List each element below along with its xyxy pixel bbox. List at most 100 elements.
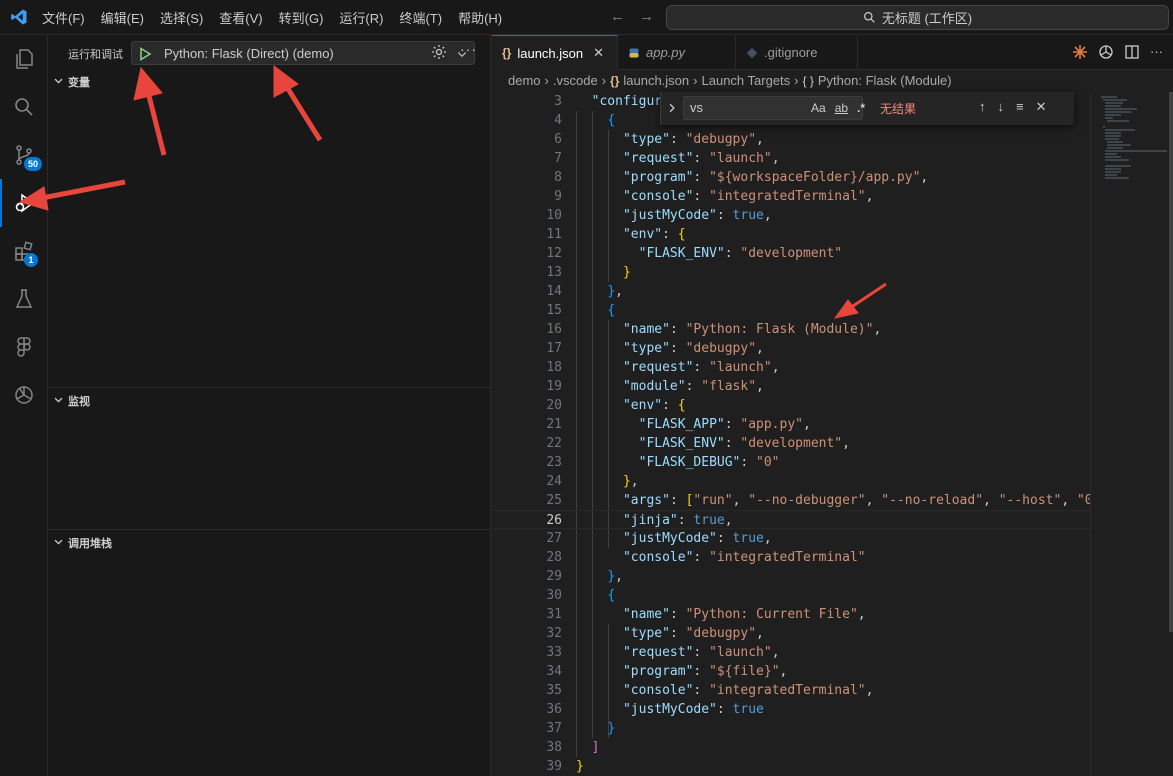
- menu-go[interactable]: 转到(G): [271, 8, 332, 27]
- code-line[interactable]: 12 "FLASK_ENV": "development": [492, 244, 1090, 263]
- code-line[interactable]: 30 {: [492, 586, 1090, 605]
- code-editor[interactable]: 3 "configurat 4 {6 "type": "debugpy", 7 "r…: [492, 92, 1090, 776]
- code-text: "console": "integratedTerminal",: [622, 683, 874, 698]
- code-line[interactable]: 26 "jinja": true,: [492, 510, 1090, 529]
- extensions-button[interactable]: 1: [0, 227, 48, 275]
- menu-help[interactable]: 帮助(H): [450, 8, 510, 27]
- line-number: 28: [546, 550, 562, 565]
- menu-run[interactable]: 运行(R): [331, 8, 391, 27]
- code-line[interactable]: 17 "type": "debugpy",: [492, 339, 1090, 358]
- code-line[interactable]: 34 "program": "${file}",: [492, 662, 1090, 681]
- code-line[interactable]: 37 }: [492, 719, 1090, 738]
- more-actions-icon[interactable]: ···: [460, 41, 477, 57]
- json-file-icon: {}: [610, 73, 620, 88]
- search-button[interactable]: [0, 83, 48, 131]
- code-line[interactable]: 25 "args": ["run", "--no-debugger", "--n…: [492, 491, 1090, 510]
- run-debug-sidebar: 运行和调试 Python: Flask (Direct) (demo) ··· …: [48, 35, 491, 776]
- arrow-up-icon[interactable]: ↑: [979, 99, 986, 115]
- code-line[interactable]: 9 "console": "integratedTerminal",: [492, 187, 1090, 206]
- code-line[interactable]: 23 "FLASK_DEBUG": "0": [492, 453, 1090, 472]
- tab-label: .gitignore: [764, 45, 818, 60]
- start-debugging-icon[interactable]: [137, 46, 153, 62]
- code-line[interactable]: 21 "FLASK_APP": "app.py",: [492, 415, 1090, 434]
- scrollbar[interactable]: [1169, 92, 1173, 632]
- breadcrumb: demo › .vscode › {} launch.json › Launch Ta…: [508, 73, 952, 88]
- openai-icon[interactable]: [1098, 44, 1114, 60]
- copilot-spark-icon[interactable]: [1072, 44, 1088, 60]
- code-text: "program": "${file}",: [622, 664, 788, 679]
- watch-section-header[interactable]: 监视: [48, 389, 491, 411]
- code-line[interactable]: 27 "justMyCode": true,: [492, 529, 1090, 548]
- code-line[interactable]: 39}: [492, 757, 1090, 776]
- menu-edit[interactable]: 编辑(E): [93, 8, 152, 27]
- chatgpt-button[interactable]: [0, 371, 48, 419]
- match-case-toggle[interactable]: Aa: [811, 101, 826, 115]
- code-line[interactable]: 14 },: [492, 282, 1090, 301]
- close-icon[interactable]: ✕: [1036, 99, 1047, 115]
- close-icon[interactable]: ✕: [593, 45, 604, 61]
- gear-icon[interactable]: [431, 44, 447, 60]
- flask-icon: [15, 289, 33, 308]
- code-line[interactable]: 24 },: [492, 472, 1090, 491]
- figma-button[interactable]: [0, 323, 48, 371]
- code-text: "FLASK_ENV": "development",: [638, 436, 850, 451]
- arrow-down-icon[interactable]: ↓: [998, 99, 1005, 115]
- variables-section-header[interactable]: 变量: [48, 70, 491, 92]
- line-number: 11: [546, 227, 562, 242]
- line-number: 13: [546, 265, 562, 280]
- tab-launch-json[interactable]: {} launch.json ✕: [492, 35, 618, 70]
- command-center[interactable]: 无标题 (工作区): [666, 5, 1169, 30]
- menu-selection[interactable]: 选择(S): [152, 8, 211, 27]
- line-number: 25: [546, 493, 562, 508]
- breadcrumb-item[interactable]: demo: [508, 73, 541, 88]
- code-line[interactable]: 7 "request": "launch",: [492, 149, 1090, 168]
- breadcrumb-item[interactable]: Python: Flask (Module): [818, 73, 952, 88]
- json-file-icon: {}: [502, 46, 512, 60]
- more-actions-icon[interactable]: ···: [1150, 44, 1163, 60]
- forward-arrow-icon[interactable]: →: [639, 8, 654, 25]
- tab-app-py[interactable]: app.py: [618, 35, 736, 70]
- explorer-button[interactable]: [0, 35, 48, 83]
- regex-toggle[interactable]: .*: [857, 101, 865, 115]
- callstack-section-header[interactable]: 调用堆栈: [48, 531, 491, 553]
- launch-config-select[interactable]: Python: Flask (Direct) (demo): [131, 41, 475, 65]
- menu-view[interactable]: 查看(V): [211, 8, 270, 27]
- breadcrumb-item[interactable]: .vscode: [553, 73, 598, 88]
- code-line[interactable]: 36 "justMyCode": true: [492, 700, 1090, 719]
- source-control-button[interactable]: 50: [0, 131, 48, 179]
- menu-file[interactable]: 文件(F): [34, 8, 93, 27]
- code-line[interactable]: 8 "program": "${workspaceFolder}/app.py"…: [492, 168, 1090, 187]
- code-line[interactable]: 16 "name": "Python: Flask (Module)",: [492, 320, 1090, 339]
- chevron-right-icon[interactable]: [667, 103, 677, 113]
- breadcrumb-item[interactable]: launch.json: [623, 73, 689, 88]
- code-line[interactable]: 6 "type": "debugpy",: [492, 130, 1090, 149]
- code-text: "justMyCode": true,: [622, 208, 772, 223]
- code-line[interactable]: 31 "name": "Python: Current File",: [492, 605, 1090, 624]
- code-line[interactable]: 20 "env": {: [492, 396, 1090, 415]
- whole-word-toggle[interactable]: ab: [835, 101, 848, 115]
- breadcrumb-item[interactable]: Launch Targets: [702, 73, 791, 88]
- code-text: "request": "launch",: [622, 151, 780, 166]
- code-line[interactable]: 22 "FLASK_ENV": "development",: [492, 434, 1090, 453]
- code-line[interactable]: 11 "env": {: [492, 225, 1090, 244]
- code-line[interactable]: 13 }: [492, 263, 1090, 282]
- code-line[interactable]: 29 },: [492, 567, 1090, 586]
- code-line[interactable]: 32 "type": "debugpy",: [492, 624, 1090, 643]
- find-in-selection-icon[interactable]: ≡: [1016, 99, 1024, 115]
- code-line[interactable]: 28 "console": "integratedTerminal": [492, 548, 1090, 567]
- minimap[interactable]: [1090, 92, 1173, 776]
- tab-gitignore[interactable]: .gitignore: [736, 35, 858, 70]
- code-line[interactable]: 18 "request": "launch",: [492, 358, 1090, 377]
- split-editor-icon[interactable]: [1124, 44, 1140, 60]
- code-line[interactable]: 33 "request": "launch",: [492, 643, 1090, 662]
- testing-button[interactable]: [0, 275, 48, 323]
- code-line[interactable]: 10 "justMyCode": true,: [492, 206, 1090, 225]
- menu-terminal[interactable]: 终端(T): [391, 8, 450, 27]
- code-line[interactable]: 35 "console": "integratedTerminal",: [492, 681, 1090, 700]
- code-line[interactable]: 15 {: [492, 301, 1090, 320]
- run-debug-button[interactable]: [0, 179, 48, 227]
- back-arrow-icon[interactable]: ←: [610, 8, 625, 25]
- code-text: "type": "debugpy",: [622, 341, 764, 356]
- code-line[interactable]: 19 "module": "flask",: [492, 377, 1090, 396]
- code-line[interactable]: 38 ]: [492, 738, 1090, 757]
